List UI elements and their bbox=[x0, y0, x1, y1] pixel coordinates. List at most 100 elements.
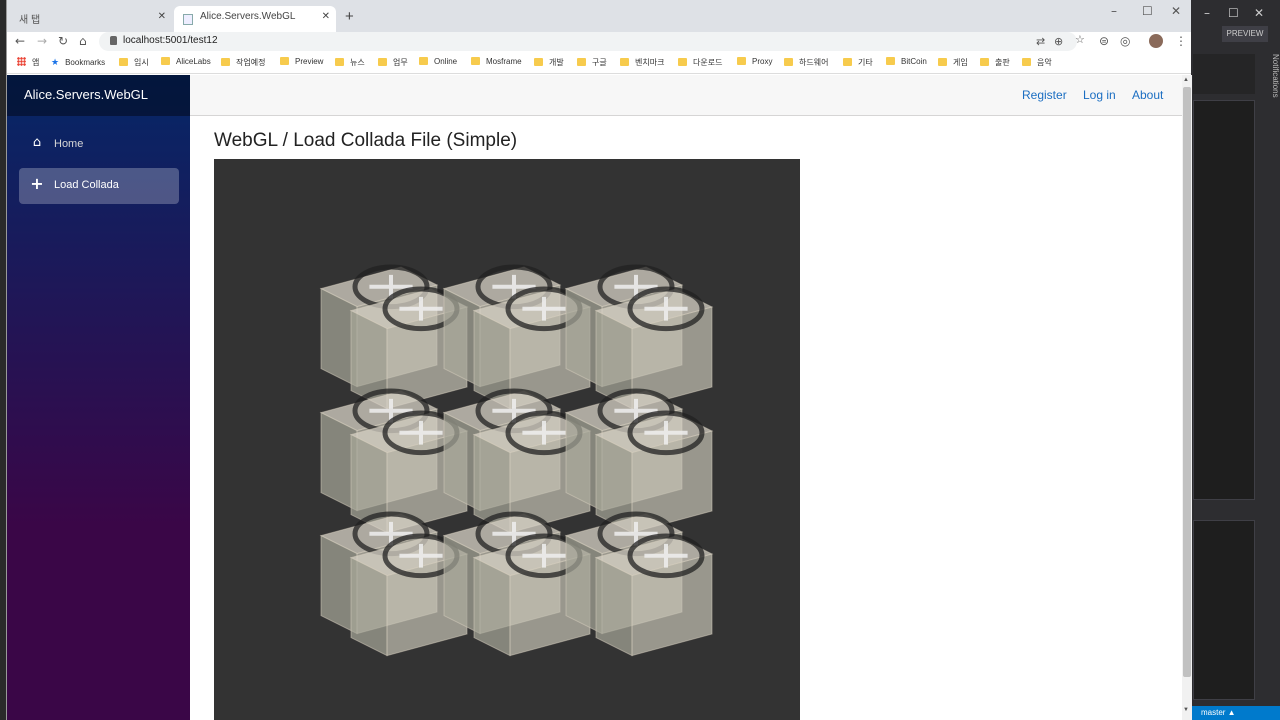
bookmark-folder[interactable]: Mosframe bbox=[471, 57, 522, 66]
ide-notifications-tab[interactable]: Notifications bbox=[1262, 50, 1280, 170]
ide-branch-label: master bbox=[1201, 708, 1226, 717]
close-tab-icon[interactable]: ✕ bbox=[158, 11, 166, 22]
tab-label: Alice.Servers.WebGL bbox=[200, 11, 296, 22]
scrollbar-thumb[interactable] bbox=[1183, 87, 1191, 677]
ide-branch-status[interactable]: master ▲ bbox=[1191, 706, 1280, 720]
bookmark-label: Online bbox=[434, 57, 458, 66]
cube-grid-render bbox=[319, 264, 714, 657]
folder-icon bbox=[980, 58, 989, 66]
zoom-icon[interactable]: ⊕ bbox=[1054, 35, 1063, 48]
bookmark-folder[interactable]: 기타 bbox=[843, 57, 873, 68]
bookmarks-bar: 앱 ★ Bookmarks 임시 AliceLabs 작업예정 Preview 뉴… bbox=[7, 52, 1191, 74]
bookmark-label: 벤치마크 bbox=[635, 58, 665, 67]
minimize-icon[interactable]: – bbox=[1111, 4, 1117, 18]
bookmark-label: BitCoin bbox=[901, 57, 927, 66]
bookmark-folder[interactable]: 출판 bbox=[980, 57, 1010, 68]
folder-icon bbox=[678, 58, 687, 66]
brand-link[interactable]: Alice.Servers.WebGL bbox=[24, 87, 148, 102]
bookmark-label: 업무 bbox=[393, 58, 408, 67]
folder-icon bbox=[737, 57, 746, 65]
bookmark-star-icon[interactable]: ☆ bbox=[1075, 33, 1085, 46]
folder-icon bbox=[784, 58, 793, 66]
nav-item-load-collada[interactable]: + Load Collada bbox=[19, 168, 179, 204]
home-icon[interactable]: ⌂ bbox=[79, 34, 87, 48]
bookmark-label: 하드웨어 bbox=[799, 58, 829, 67]
tab-new-tab[interactable]: 새 탭 ✕ bbox=[9, 6, 172, 32]
back-icon[interactable]: ← bbox=[15, 34, 25, 48]
close-window-icon[interactable]: ✕ bbox=[1171, 4, 1181, 18]
register-link[interactable]: Register bbox=[1022, 88, 1067, 102]
menu-kebab-icon[interactable]: ⋮ bbox=[1175, 34, 1187, 48]
scroll-down-icon[interactable]: ▼ bbox=[1183, 707, 1189, 713]
bookmark-label: Mosframe bbox=[486, 57, 522, 66]
top-row: Register Log in About bbox=[190, 75, 1182, 116]
bookmark-apps[interactable]: 앱 bbox=[17, 57, 39, 68]
close-tab-icon[interactable]: ✕ bbox=[322, 11, 330, 22]
bookmark-label: 앱 bbox=[32, 58, 40, 67]
bookmark-label: 임시 bbox=[134, 58, 149, 67]
webgl-canvas[interactable] bbox=[214, 159, 800, 720]
page-favicon-icon bbox=[183, 14, 193, 25]
nav-item-home[interactable]: ⌂ Home bbox=[19, 127, 179, 163]
bookmark-folder[interactable]: 구글 bbox=[577, 57, 607, 68]
nav-item-label: Home bbox=[54, 138, 84, 150]
browser-window: 새 탭 ✕ Alice.Servers.WebGL ✕ + – ☐ ✕ ← → … bbox=[6, 0, 1192, 720]
bookmark-folder[interactable]: 하드웨어 bbox=[784, 57, 828, 68]
folder-icon bbox=[843, 58, 852, 66]
bookmark-label: 출판 bbox=[995, 58, 1010, 67]
ide-minimize-icon[interactable]: – bbox=[1204, 6, 1210, 20]
bookmark-label: Bookmarks bbox=[65, 58, 106, 67]
bookmark-label: 다운로드 bbox=[693, 58, 723, 67]
bookmark-folder[interactable]: 임시 bbox=[119, 57, 149, 68]
bookmark-folder[interactable]: 뉴스 bbox=[335, 57, 365, 68]
folder-icon bbox=[119, 58, 128, 66]
url-text: localhost:5001/test12 bbox=[123, 35, 218, 46]
folder-icon bbox=[620, 58, 629, 66]
bookmark-label: AliceLabs bbox=[176, 57, 211, 66]
bookmark-folder[interactable]: 게임 bbox=[938, 57, 968, 68]
translate-icon[interactable]: ⇄ bbox=[1036, 35, 1045, 48]
bookmark-folder[interactable]: 작업예정 bbox=[221, 57, 265, 68]
ide-output-window bbox=[1193, 520, 1255, 700]
folder-icon bbox=[335, 58, 344, 66]
bookmark-folder[interactable]: Preview bbox=[280, 57, 323, 66]
folder-icon bbox=[280, 57, 289, 65]
bookmark-folder[interactable]: 업무 bbox=[378, 57, 408, 68]
scroll-up-icon[interactable]: ▲ bbox=[1183, 77, 1189, 83]
bookmark-bookmarks[interactable]: ★ Bookmarks bbox=[51, 57, 105, 68]
bookmark-folder[interactable]: 다운로드 bbox=[678, 57, 722, 68]
maximize-icon[interactable]: ☐ bbox=[1142, 4, 1153, 18]
ide-toolwindow bbox=[1193, 100, 1255, 500]
folder-icon bbox=[1022, 58, 1031, 66]
ide-maximize-icon[interactable]: ☐ bbox=[1228, 6, 1239, 20]
address-bar[interactable]: localhost:5001/test12 ⇄ ⊕ ☆ bbox=[99, 32, 1085, 51]
star-icon: ★ bbox=[51, 57, 60, 67]
bookmark-label: 게임 bbox=[953, 58, 968, 67]
extension-globe-icon[interactable]: ⊜ bbox=[1099, 34, 1109, 48]
profile-avatar[interactable] bbox=[1149, 34, 1163, 48]
page-viewport: Alice.Servers.WebGL ⌂ Home + Load Collad… bbox=[7, 75, 1182, 720]
lock-icon[interactable] bbox=[110, 36, 117, 45]
reload-icon[interactable]: ↻ bbox=[58, 34, 68, 48]
about-link[interactable]: About bbox=[1132, 88, 1163, 102]
tab-webgl[interactable]: Alice.Servers.WebGL ✕ bbox=[174, 6, 336, 32]
bookmark-folder[interactable]: BitCoin bbox=[886, 57, 927, 66]
ide-close-icon[interactable]: ✕ bbox=[1254, 6, 1264, 20]
ide-preview-badge[interactable]: PREVIEW bbox=[1222, 26, 1268, 42]
login-link[interactable]: Log in bbox=[1083, 88, 1116, 102]
bookmark-folder[interactable]: AliceLabs bbox=[161, 57, 211, 66]
bookmark-folder[interactable]: 벤치마크 bbox=[620, 57, 664, 68]
bookmark-folder[interactable]: Online bbox=[419, 57, 457, 66]
bookmark-folder[interactable]: 개발 bbox=[534, 57, 564, 68]
new-tab-button[interactable]: + bbox=[345, 8, 354, 25]
folder-icon bbox=[161, 57, 170, 65]
toolbar: ← → ↻ ⌂ localhost:5001/test12 ⇄ ⊕ ☆ ⊜ ◎ … bbox=[7, 32, 1191, 52]
sidebar: Alice.Servers.WebGL ⌂ Home + Load Collad… bbox=[7, 75, 190, 720]
page-scrollbar[interactable]: ▲ ▼ bbox=[1182, 75, 1192, 720]
bookmark-label: Preview bbox=[295, 57, 324, 66]
bookmark-folder[interactable]: Proxy bbox=[737, 57, 772, 66]
forward-icon[interactable]: → bbox=[37, 34, 47, 48]
bookmark-label: Proxy bbox=[752, 57, 773, 66]
extension-icon[interactable]: ◎ bbox=[1120, 34, 1130, 48]
bookmark-folder[interactable]: 음악 bbox=[1022, 57, 1052, 68]
